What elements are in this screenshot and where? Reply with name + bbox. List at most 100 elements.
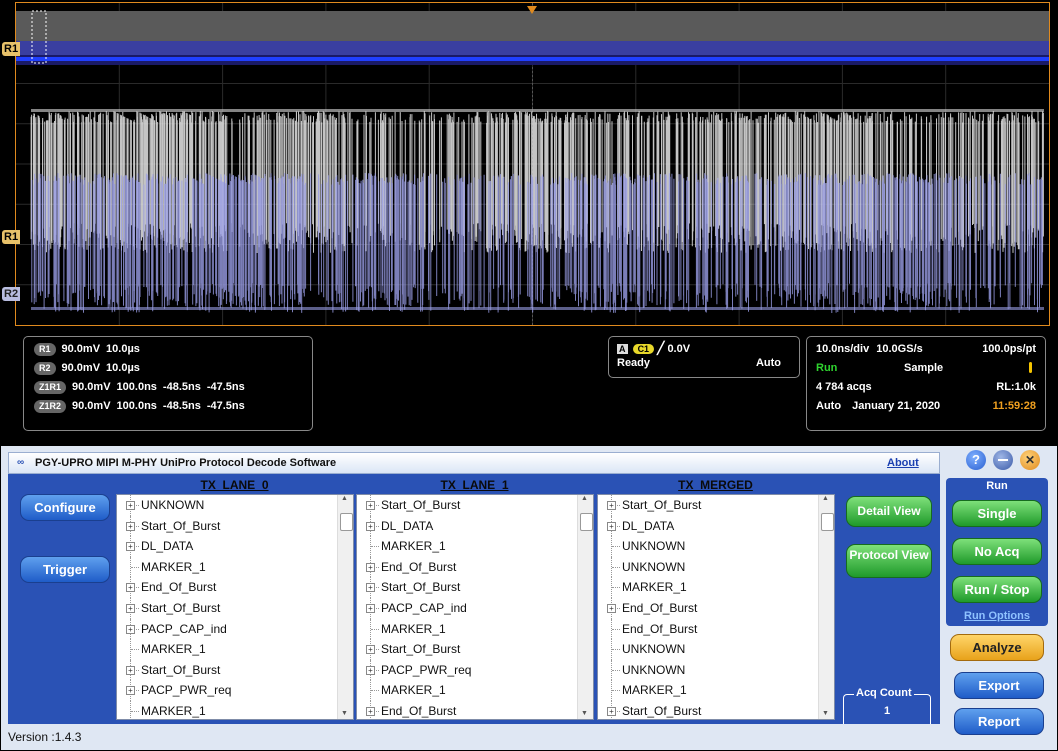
acq-count-value: 1 bbox=[883, 705, 891, 717]
expand-icon[interactable]: + bbox=[126, 686, 135, 696]
tree-item[interactable]: + Start_Of_Burst bbox=[117, 597, 353, 619]
tree-item[interactable]: + End_Of_Burst bbox=[117, 577, 353, 598]
no-acq-button[interactable]: No Acq bbox=[952, 538, 1042, 565]
tree-item[interactable]: + PACP_CAP_ind bbox=[117, 618, 353, 640]
expand-icon[interactable]: + bbox=[126, 624, 135, 634]
tree-item[interactable]: + PACP_PWR_req bbox=[117, 680, 353, 701]
protocol-view-button[interactable]: Protocol View bbox=[846, 544, 932, 578]
tree-item[interactable]: + UNKNOWN bbox=[117, 495, 353, 516]
r1-reference-marker[interactable]: R1 bbox=[2, 230, 20, 244]
tree-item[interactable]: + Start_Of_Burst bbox=[117, 515, 353, 537]
expand-icon[interactable]: + bbox=[366, 501, 375, 510]
expand-icon[interactable]: + bbox=[366, 562, 375, 572]
tree-item-label: Start_Of_Burst bbox=[381, 498, 461, 512]
tree-item[interactable]: + Start_Of_Burst bbox=[357, 639, 593, 660]
lane-header-merged: TX_MERGED bbox=[678, 478, 753, 492]
expand-icon[interactable]: + bbox=[126, 542, 135, 552]
analyze-button[interactable]: Analyze bbox=[950, 634, 1044, 661]
tree-item-label: Start_Of_Burst bbox=[622, 498, 702, 512]
acquisition-readout-panel[interactable]: 10.0ns/div 10.0GS/s 100.0ps/pt Run Sampl… bbox=[806, 336, 1046, 431]
lane-list-merged[interactable]: + Start_Of_Burst + DL_DATA UNKNOWN UNKNOWN MAR… bbox=[597, 494, 835, 720]
single-button[interactable]: Single bbox=[952, 500, 1042, 527]
lane-list-0[interactable]: + UNKNOWN + Start_Of_Burst + DL_DATA MARKER_1 +… bbox=[116, 494, 354, 720]
channel-time: 100.0ns bbox=[116, 400, 157, 412]
trigger-readout-panel[interactable]: A C1 ╱ 0.0V Ready Auto bbox=[608, 336, 800, 378]
about-link[interactable]: About bbox=[887, 453, 919, 473]
minimize-icon[interactable] bbox=[993, 450, 1013, 470]
run-options-link[interactable]: Run Options bbox=[946, 610, 1048, 622]
clock-time: 11:59:28 bbox=[992, 400, 1036, 412]
channel-readout-row[interactable]: Z1R1 90.0mV 100.0ns -48.5ns -47.5ns bbox=[34, 378, 302, 397]
tree-item[interactable]: + PACP_PWR_req bbox=[357, 659, 593, 681]
channel-readout-row[interactable]: R2 90.0mV 10.0µs bbox=[34, 359, 302, 378]
expand-icon[interactable]: + bbox=[607, 603, 616, 613]
expand-icon[interactable]: + bbox=[126, 665, 135, 675]
scrollbar[interactable]: ▲ ▼ bbox=[577, 495, 593, 719]
tree-item[interactable]: MARKER_1 bbox=[598, 680, 834, 701]
scrollbar[interactable]: ▲ ▼ bbox=[337, 495, 353, 719]
tree-item[interactable]: MARKER_1 bbox=[357, 618, 593, 640]
tree-item-label: Start_Of_Burst bbox=[381, 642, 461, 657]
detail-view-button[interactable]: Detail View bbox=[846, 496, 932, 527]
tree-item[interactable]: MARKER_1 bbox=[357, 680, 593, 701]
waveform-plot[interactable] bbox=[15, 2, 1050, 326]
close-icon[interactable]: ✕ bbox=[1020, 450, 1040, 470]
tree-item[interactable]: End_Of_Burst bbox=[598, 618, 834, 640]
tree-item[interactable]: UNKNOWN bbox=[598, 659, 834, 681]
app-logo-icon: ∞ bbox=[17, 457, 25, 468]
expand-icon[interactable]: + bbox=[607, 521, 616, 531]
expand-icon[interactable]: + bbox=[366, 706, 375, 716]
channel-badge: Z1R1 bbox=[34, 380, 67, 394]
expand-icon[interactable]: + bbox=[607, 706, 616, 716]
help-icon[interactable]: ? bbox=[966, 450, 986, 470]
channel-readout-panel[interactable]: R1 90.0mV 10.0µs R2 90.0mV 10.0µs Z1R1 90.0mV 10… bbox=[23, 336, 313, 431]
tree-item[interactable]: MARKER_1 bbox=[117, 700, 353, 719]
tree-item[interactable]: + Start_Of_Burst bbox=[357, 577, 593, 598]
tree-item[interactable]: + Start_Of_Burst bbox=[357, 495, 593, 516]
expand-icon[interactable]: + bbox=[366, 645, 375, 655]
tree-item[interactable]: + Start_Of_Burst bbox=[598, 495, 834, 516]
trigger-edge-icon: ╱ bbox=[657, 341, 665, 355]
tree-item[interactable]: MARKER_1 bbox=[598, 577, 834, 598]
trigger-position-marker[interactable] bbox=[527, 6, 537, 14]
channel-readout-row[interactable]: Z1R2 90.0mV 100.0ns -48.5ns -47.5ns bbox=[34, 397, 302, 416]
tree-item[interactable]: + DL_DATA bbox=[117, 536, 353, 557]
r1-reference-marker-top[interactable]: R1 bbox=[2, 42, 20, 56]
expand-icon[interactable]: + bbox=[366, 583, 375, 593]
report-button[interactable]: Report bbox=[954, 708, 1044, 735]
tree-item[interactable]: + PACP_CAP_ind bbox=[357, 597, 593, 619]
scrollbar[interactable]: ▲ ▼ bbox=[818, 495, 834, 719]
tree-item[interactable]: UNKNOWN bbox=[598, 639, 834, 660]
expand-icon[interactable]: + bbox=[126, 521, 135, 531]
tree-item[interactable]: + DL_DATA bbox=[357, 515, 593, 537]
expand-icon[interactable]: + bbox=[607, 501, 616, 510]
tree-item[interactable]: + End_Of_Burst bbox=[357, 700, 593, 719]
tree-item[interactable]: UNKNOWN bbox=[598, 556, 834, 578]
trigger-button[interactable]: Trigger bbox=[20, 556, 110, 583]
configure-button[interactable]: Configure bbox=[20, 494, 110, 521]
tree-item[interactable]: MARKER_1 bbox=[117, 556, 353, 578]
tree-item[interactable]: + Start_Of_Burst bbox=[117, 659, 353, 681]
run-stop-button[interactable]: Run / Stop bbox=[952, 576, 1042, 603]
expand-icon[interactable]: + bbox=[126, 603, 135, 613]
tree-item[interactable]: MARKER_1 bbox=[117, 639, 353, 660]
channel-readout-row[interactable]: R1 90.0mV 10.0µs bbox=[34, 340, 302, 359]
expand-icon[interactable]: + bbox=[366, 603, 375, 613]
expand-icon[interactable]: + bbox=[126, 583, 135, 593]
lane-list-1[interactable]: + Start_Of_Burst + DL_DATA MARKER_1 + End_Of_B… bbox=[356, 494, 594, 720]
expand-icon[interactable]: + bbox=[366, 521, 375, 531]
tree-item[interactable]: + End_Of_Burst bbox=[357, 556, 593, 578]
tree-item[interactable]: + Start_Of_Burst bbox=[598, 700, 834, 719]
export-button[interactable]: Export bbox=[954, 672, 1044, 699]
tree-item[interactable]: UNKNOWN bbox=[598, 536, 834, 557]
zoom-position-2: -47.5ns bbox=[206, 381, 245, 393]
tree-item[interactable]: MARKER_1 bbox=[357, 536, 593, 557]
expand-icon[interactable]: + bbox=[366, 665, 375, 675]
tree-item[interactable]: + DL_DATA bbox=[598, 515, 834, 537]
expand-icon[interactable]: + bbox=[126, 501, 135, 510]
channel-badge: R2 bbox=[34, 361, 56, 375]
thermometer-icon bbox=[1029, 362, 1032, 373]
tree-item[interactable]: + End_Of_Burst bbox=[598, 597, 834, 619]
r2-reference-marker[interactable]: R2 bbox=[2, 287, 20, 301]
lane-header-1: TX_LANE_1 bbox=[440, 478, 509, 492]
